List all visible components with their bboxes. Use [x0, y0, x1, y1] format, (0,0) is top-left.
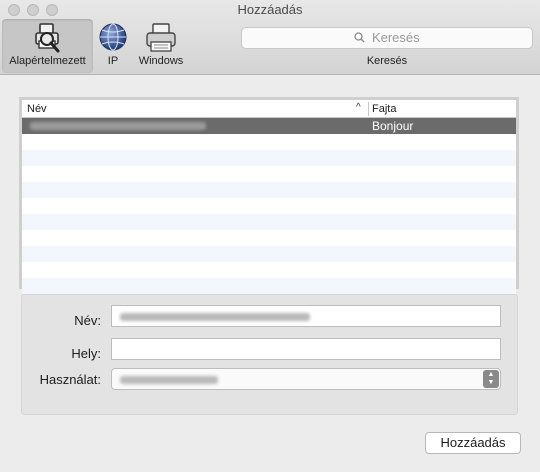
windows-printer-icon	[143, 21, 179, 58]
tab-ip[interactable]: IP	[95, 19, 131, 73]
ip-globe-icon	[97, 21, 129, 58]
window-toolbar: Hozzáadás Alapértelmezett IP Windows Ker…	[0, 0, 540, 75]
printer-name-redacted	[30, 122, 206, 130]
search-icon	[354, 30, 372, 45]
name-field[interactable]	[111, 305, 501, 327]
add-button[interactable]: Hozzáadás	[425, 432, 521, 454]
tab-default[interactable]: Alapértelmezett	[2, 19, 93, 73]
list-row-empty	[22, 134, 516, 150]
search-placeholder: Keresés	[371, 30, 420, 45]
tab-windows-label: Windows	[138, 55, 184, 67]
search-input[interactable]: Keresés	[241, 27, 533, 49]
name-value-redacted	[120, 313, 310, 321]
column-header-name[interactable]: Név	[27, 103, 47, 115]
column-separator	[368, 102, 369, 116]
list-row-empty	[22, 230, 516, 246]
column-header-kind[interactable]: Fajta	[372, 103, 396, 115]
list-row-empty	[22, 278, 516, 294]
search-caption: Keresés	[366, 55, 408, 67]
location-field[interactable]	[111, 338, 501, 360]
printer-list[interactable]: Név ^ Fajta Bonjour	[19, 97, 519, 294]
tab-default-label: Alapértelmezett	[9, 55, 86, 67]
list-row-empty	[22, 182, 516, 198]
use-label: Használat:	[39, 372, 101, 387]
printer-details-form: Név: Hely: Használat: ▲ ▼	[21, 294, 518, 415]
printer-kind: Bonjour	[372, 119, 414, 133]
default-printer-search-icon	[31, 21, 65, 58]
list-row-empty	[22, 246, 516, 262]
list-row-empty	[22, 262, 516, 278]
list-row-empty	[22, 166, 516, 182]
list-row-empty	[22, 150, 516, 166]
location-label: Hely:	[71, 346, 101, 361]
list-row-empty	[22, 198, 516, 214]
popup-arrows-icon: ▲ ▼	[483, 370, 499, 388]
use-driver-select[interactable]: ▲ ▼	[111, 368, 501, 390]
list-row-selected[interactable]: Bonjour	[22, 118, 516, 134]
driver-value-redacted	[120, 376, 218, 384]
list-row-empty	[22, 214, 516, 230]
list-header: Név ^ Fajta	[22, 100, 516, 118]
name-label: Név:	[74, 313, 101, 328]
window-title: Hozzáadás	[237, 2, 303, 17]
list-rows: Bonjour	[22, 118, 516, 294]
sort-ascending-icon: ^	[356, 102, 361, 113]
tab-windows[interactable]: Windows	[133, 19, 189, 73]
tab-ip-label: IP	[107, 55, 119, 67]
